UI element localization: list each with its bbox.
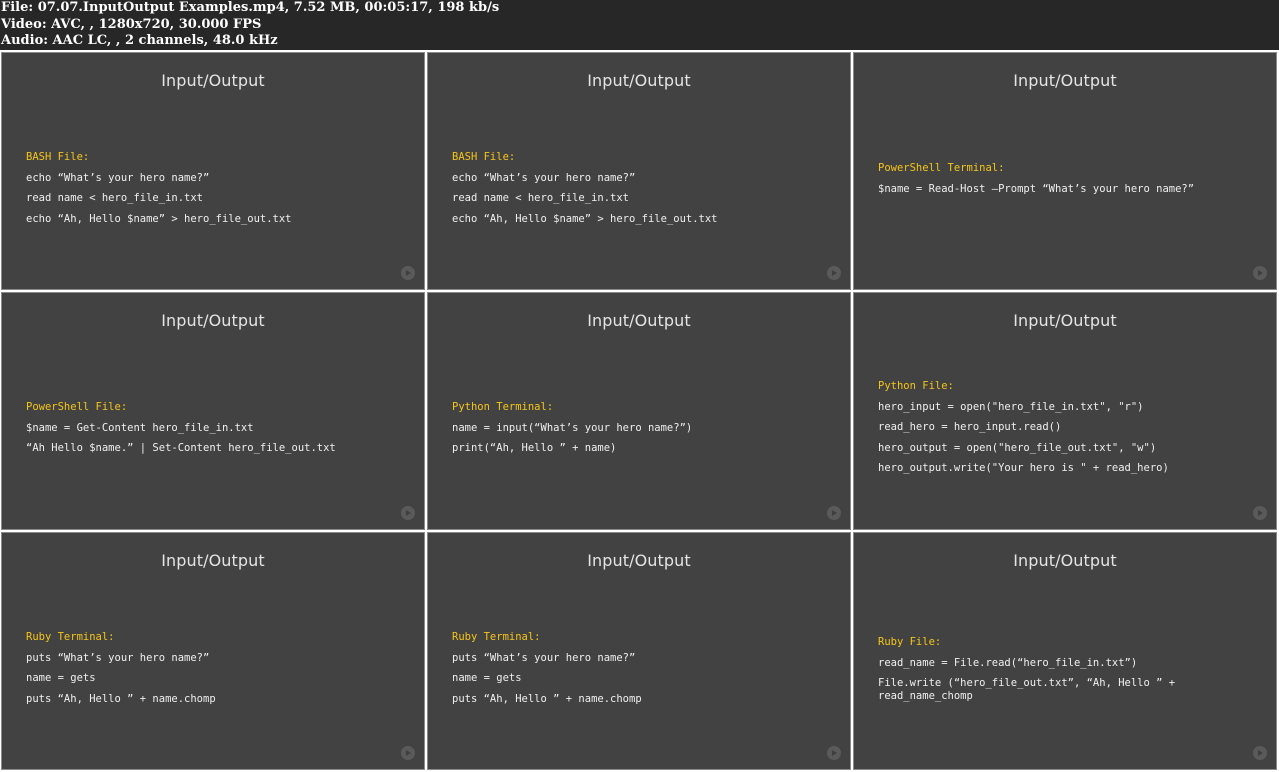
code-line: name = gets [26, 672, 96, 685]
code-block: BASH File: echo “What’s your hero name?”… [26, 147, 404, 229]
code-line: read name < hero_file_in.txt [26, 192, 204, 205]
slide-title: Input/Output [161, 551, 265, 570]
code-line: echo “Ah, Hello $name” > hero_file_out.t… [26, 212, 292, 225]
slide-thumbnail-5[interactable]: Input/Output Python Terminal: name = inp… [427, 292, 851, 530]
code-line: hero_input = open("hero_file_in.txt", "r… [878, 400, 1144, 413]
slide-title: Input/Output [1013, 311, 1117, 330]
code-line: name = gets [452, 672, 522, 685]
slide-thumbnail-8[interactable]: Input/Output Ruby Terminal: puts “What’s… [427, 532, 851, 770]
thumbnail-grid: Input/Output BASH File: echo “What’s you… [0, 51, 1279, 772]
video-info-header: File: 07.07.InputOutput Examples.mp4, 7.… [0, 0, 1279, 50]
code-line: print(“Ah, Hello ” + name) [452, 442, 617, 455]
code-block: Python Terminal: name = input(“What’s yo… [452, 397, 830, 459]
code-line: echo “What’s your hero name?” [452, 171, 636, 184]
play-circle-icon [1253, 266, 1267, 280]
code-block: Ruby File: read_name = File.read(“hero_f… [878, 632, 1236, 706]
slide-thumbnail-6[interactable]: Input/Output Python File: hero_input = o… [853, 292, 1277, 530]
code-line: echo “Ah, Hello $name” > hero_file_out.t… [452, 212, 718, 225]
code-label: BASH File: [452, 151, 516, 163]
play-circle-icon [401, 506, 415, 520]
play-circle-icon [827, 746, 841, 760]
code-block: Python File: hero_input = open("hero_fil… [878, 376, 1256, 479]
code-label: Ruby File: [878, 636, 942, 648]
slide-title: Input/Output [161, 71, 265, 90]
code-block: PowerShell Terminal: $name = Read-Host –… [878, 158, 1256, 199]
code-line: puts “What’s your hero name?” [26, 651, 210, 664]
code-line: hero_output.write("Your hero is " + read… [878, 462, 1169, 475]
audio-info-line: Audio: AAC LC, , 2 channels, 48.0 kHz [1, 33, 278, 49]
code-block: Ruby Terminal: puts “What’s your hero na… [26, 627, 404, 709]
play-circle-icon [1253, 506, 1267, 520]
code-label: Python File: [878, 380, 954, 392]
code-block: PowerShell File: $name = Get-Content her… [26, 397, 404, 459]
slide-title: Input/Output [587, 551, 691, 570]
play-circle-icon [401, 266, 415, 280]
slide-thumbnail-2[interactable]: Input/Output BASH File: echo “What’s you… [427, 52, 851, 290]
slide-thumbnail-3[interactable]: Input/Output PowerShell Terminal: $name … [853, 52, 1277, 290]
code-label: Ruby Terminal: [26, 631, 115, 643]
code-line: hero_output = open("hero_file_out.txt", … [878, 441, 1157, 454]
code-line: $name = Get-Content hero_file_in.txt [26, 421, 254, 434]
slide-title: Input/Output [1013, 551, 1117, 570]
code-block: Ruby Terminal: puts “What’s your hero na… [452, 627, 830, 709]
code-line: puts “Ah, Hello ” + name.chomp [452, 692, 642, 705]
slide-thumbnail-4[interactable]: Input/Output PowerShell File: $name = Ge… [1, 292, 425, 530]
code-line: read_name = File.read(“hero_file_in.txt”… [878, 656, 1138, 669]
play-circle-icon [827, 506, 841, 520]
video-info-line: Video: AVC, , 1280x720, 30.000 FPS [1, 16, 262, 32]
code-label: Python Terminal: [452, 401, 554, 413]
code-line: echo “What’s your hero name?” [26, 171, 210, 184]
code-line: puts “What’s your hero name?” [452, 651, 636, 664]
code-block: BASH File: echo “What’s your hero name?”… [452, 147, 830, 229]
play-circle-icon [827, 266, 841, 280]
code-line: File.write (“hero_file_out.txt”, “Ah, He… [878, 677, 1182, 702]
file-info-line: File: 07.07.InputOutput Examples.mp4, 7.… [1, 0, 500, 15]
slide-title: Input/Output [1013, 71, 1117, 90]
slide-title: Input/Output [587, 311, 691, 330]
slide-thumbnail-1[interactable]: Input/Output BASH File: echo “What’s you… [1, 52, 425, 290]
code-label: PowerShell File: [26, 401, 128, 413]
slide-title: Input/Output [587, 71, 691, 90]
code-line: read name < hero_file_in.txt [452, 192, 630, 205]
code-line: $name = Read-Host –Prompt “What’s your h… [878, 182, 1195, 195]
code-line: name = input(“What’s your hero name?”) [452, 421, 693, 434]
code-line: puts “Ah, Hello ” + name.chomp [26, 692, 216, 705]
play-circle-icon [401, 746, 415, 760]
code-line: “Ah Hello $name.” | Set-Content hero_fil… [26, 442, 336, 455]
play-circle-icon [1253, 746, 1267, 760]
code-label: BASH File: [26, 151, 90, 163]
code-label: PowerShell Terminal: [878, 162, 1005, 174]
slide-thumbnail-7[interactable]: Input/Output Ruby Terminal: puts “What’s… [1, 532, 425, 770]
code-line: read_hero = hero_input.read() [878, 421, 1062, 434]
slide-thumbnail-9[interactable]: Input/Output Ruby File: read_name = File… [853, 532, 1277, 770]
slide-title: Input/Output [161, 311, 265, 330]
code-label: Ruby Terminal: [452, 631, 541, 643]
